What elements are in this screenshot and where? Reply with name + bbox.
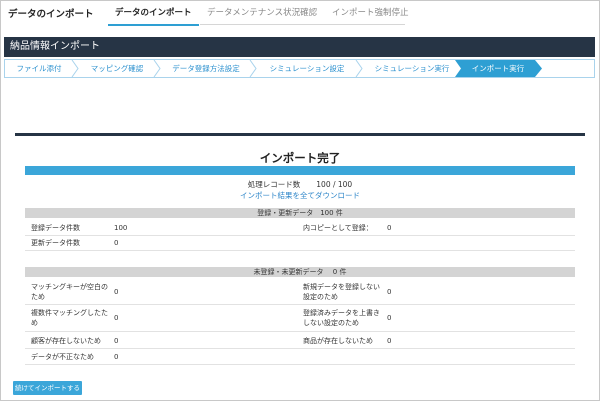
updated-count-label: 更新データ件数 <box>31 239 80 247</box>
registered-count-value: 100 <box>114 224 128 232</box>
step-mapping-check: マッピング確認 <box>90 64 144 73</box>
registered-section-header: 登録・更新データ 100 件 <box>25 208 575 218</box>
panel-title: 納品情報インポート <box>4 37 595 57</box>
step-file-attach: ファイル添付 <box>16 64 62 73</box>
updated-count-value: 0 <box>114 239 119 247</box>
row-divider <box>25 331 575 332</box>
no-product-label: 商品が存在しないため <box>303 337 373 345</box>
step-progress: ファイル添付 マッピング確認 データ登録方法設定 シミュレーション設定 シミュレ… <box>4 59 595 78</box>
step-import-run: インポート実行 <box>461 60 535 77</box>
no-new-registration-value: 0 <box>387 288 392 296</box>
step-simulation-run: シミュレーション実行 <box>374 64 450 73</box>
processed-records: 処理レコード数 100 / 100 <box>0 179 600 190</box>
processed-value: 100 / 100 <box>316 180 353 189</box>
step-registration-method: データ登録方法設定 <box>172 64 240 73</box>
step-arrow-icon <box>535 60 542 77</box>
import-complete-title: インポート完了 <box>259 151 341 165</box>
row-divider <box>25 304 575 305</box>
row-divider <box>25 348 575 349</box>
registered-count-label: 登録データ件数 <box>31 224 80 232</box>
multiple-match-value: 0 <box>114 314 119 322</box>
no-new-registration-label: 新規データを登録しない設定のため <box>303 283 380 301</box>
row-divider <box>25 235 575 236</box>
step-separator-icon <box>355 60 363 77</box>
step-separator-icon <box>153 60 161 77</box>
step-separator-icon <box>455 60 461 77</box>
tab-data-import[interactable]: データのインポート <box>108 6 199 26</box>
multiple-match-label: 複数件マッチングしたため <box>31 309 108 327</box>
no-overwrite-value: 0 <box>387 314 392 322</box>
card-top-border <box>15 133 585 136</box>
copy-registered-label: 内コピーとして登録： <box>303 224 373 232</box>
top-navigation: データのインポート データのインポート データメンテナンス状況確認 インポート強… <box>0 0 598 26</box>
no-overwrite-label: 登録済みデータを上書きしない設定のため <box>303 309 380 327</box>
tab-maintenance-status[interactable]: データメンテナンス状況確認 <box>200 6 324 24</box>
invalid-data-value: 0 <box>114 353 119 361</box>
no-customer-value: 0 <box>114 337 119 345</box>
processed-label: 処理レコード数 <box>247 180 301 189</box>
step-simulation-settings: シミュレーション設定 <box>269 64 345 73</box>
download-results-link[interactable]: インポート結果を全てダウンロード <box>0 190 600 201</box>
completion-bar <box>25 166 575 175</box>
no-customer-label: 顧客が存在しないため <box>31 337 101 345</box>
row-divider <box>25 364 575 365</box>
invalid-data-label: データが不正なため <box>31 353 94 361</box>
blank-key-value: 0 <box>114 288 119 296</box>
blank-key-label: マッチングキーが空白のため <box>31 283 108 301</box>
app-title: データのインポート <box>8 9 94 20</box>
unregistered-section-header: 未登録・未更新データ 0 件 <box>25 267 575 277</box>
continue-import-button[interactable]: 続けてインポートする <box>13 381 82 395</box>
copy-registered-value: 0 <box>387 224 392 232</box>
step-separator-icon <box>71 60 79 77</box>
nav-divider <box>200 24 405 25</box>
row-divider <box>25 250 575 251</box>
no-product-value: 0 <box>387 337 392 345</box>
step-separator-icon <box>249 60 257 77</box>
tab-force-stop[interactable]: インポート強制停止 <box>325 6 416 24</box>
